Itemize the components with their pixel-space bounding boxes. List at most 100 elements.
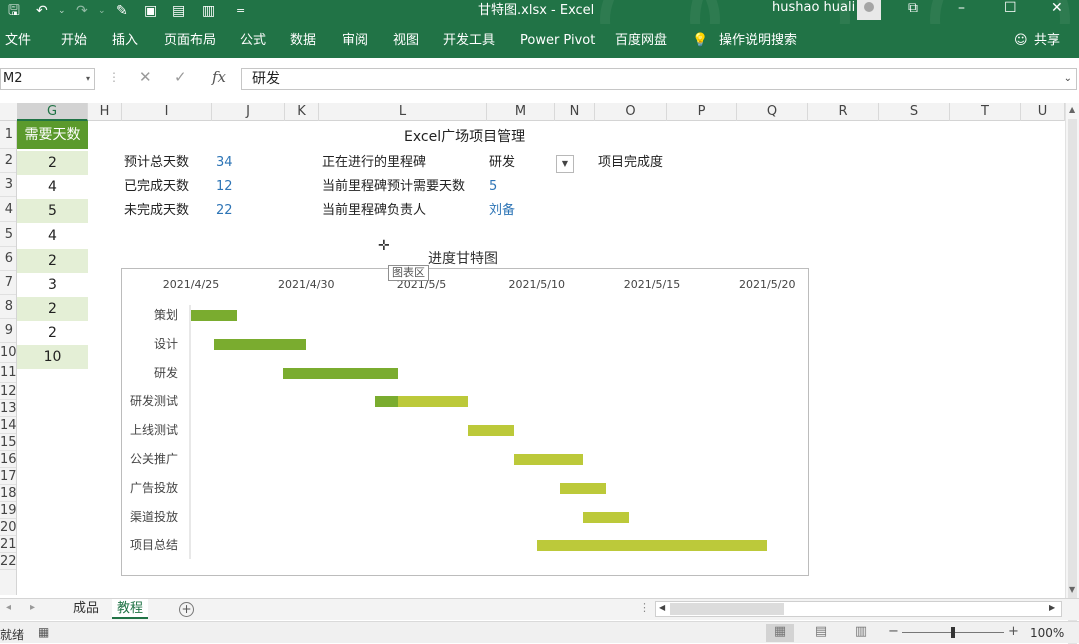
- sheet-tab-finished[interactable]: 成品: [68, 599, 104, 619]
- column-header-s[interactable]: S: [879, 103, 950, 121]
- total-days-value[interactable]: 34: [216, 155, 233, 171]
- tab-page-layout[interactable]: 页面布局: [164, 33, 216, 49]
- insert-function-button[interactable]: fx: [212, 68, 226, 86]
- vertical-scroll-thumb[interactable]: [1068, 119, 1077, 644]
- column-header-l[interactable]: L: [319, 103, 487, 121]
- days-cell[interactable]: 10: [17, 345, 88, 369]
- row-header[interactable]: 22: [0, 553, 16, 570]
- share-button[interactable]: 共享: [1034, 33, 1060, 49]
- remaining-days-label[interactable]: 未完成天数: [124, 203, 189, 219]
- tab-power-pivot[interactable]: Power Pivot: [520, 33, 595, 49]
- tab-file[interactable]: 文件: [5, 33, 31, 49]
- drag-handle-icon[interactable]: ⋮: [108, 70, 120, 84]
- days-cell[interactable]: 2: [17, 297, 88, 321]
- column-header-n[interactable]: N: [555, 103, 595, 121]
- row-header[interactable]: 6: [0, 247, 16, 271]
- zoom-in-button[interactable]: +: [1008, 624, 1019, 639]
- tab-data[interactable]: 数据: [290, 33, 316, 49]
- column-header-o[interactable]: O: [595, 103, 667, 121]
- column-header-j[interactable]: J: [212, 103, 285, 121]
- formula-input[interactable]: 研发 ⌄: [241, 68, 1077, 90]
- tab-split-handle-icon[interactable]: ⋮: [639, 601, 650, 614]
- row-header[interactable]: 2: [0, 149, 16, 173]
- days-cell[interactable]: 5: [17, 199, 88, 223]
- row-header[interactable]: 11: [0, 363, 16, 383]
- row-header[interactable]: 21: [0, 536, 16, 553]
- row-header[interactable]: 13: [0, 400, 16, 417]
- page-layout-view-icon[interactable]: ▤: [807, 624, 835, 642]
- row-header[interactable]: 16: [0, 451, 16, 468]
- days-cell[interactable]: 2: [17, 151, 88, 175]
- normal-view-icon[interactable]: ▦: [766, 624, 794, 642]
- tab-formulas[interactable]: 公式: [240, 33, 266, 49]
- completion-label[interactable]: 项目完成度: [598, 155, 663, 171]
- row-header[interactable]: 14: [0, 417, 16, 434]
- row-header[interactable]: 15: [0, 434, 16, 451]
- add-sheet-button[interactable]: +: [179, 602, 194, 617]
- days-cell[interactable]: 2: [17, 249, 88, 273]
- row-header[interactable]: 20: [0, 519, 16, 536]
- redo-icon[interactable]: ↷: [76, 1, 88, 21]
- zoom-level[interactable]: 100%: [1030, 626, 1064, 640]
- gantt-bar[interactable]: [214, 338, 307, 350]
- tab-home[interactable]: 开始: [61, 33, 87, 49]
- column-header-i[interactable]: I: [122, 103, 212, 121]
- macro-record-icon[interactable]: ▦: [38, 625, 49, 639]
- column-header-g[interactable]: G: [17, 103, 88, 121]
- project-title[interactable]: Excel广场项目管理: [404, 128, 525, 146]
- done-days-value[interactable]: 12: [216, 179, 233, 195]
- total-days-label[interactable]: 预计总天数: [124, 155, 189, 171]
- format-painter-icon[interactable]: ✎: [116, 1, 128, 21]
- gantt-bar[interactable]: [398, 396, 468, 408]
- milestone-value[interactable]: 研发: [489, 155, 515, 171]
- sheet-tab-tutorial[interactable]: 教程: [112, 599, 149, 619]
- days-cell[interactable]: 4: [17, 175, 88, 199]
- sheet-prev-icon[interactable]: ◂: [6, 602, 11, 613]
- scroll-right-icon[interactable]: ▶: [1049, 603, 1055, 612]
- tell-me-search[interactable]: 操作说明搜索: [719, 33, 797, 49]
- ribbon-display-icon[interactable]: ⧉: [908, 0, 918, 16]
- done-days-label[interactable]: 已完成天数: [124, 179, 189, 195]
- row-header[interactable]: 4: [0, 197, 16, 222]
- share-person-icon[interactable]: ☺: [1014, 33, 1028, 49]
- chart-title[interactable]: 进度甘特图: [428, 250, 498, 268]
- gantt-bar[interactable]: [513, 454, 583, 465]
- tab-review[interactable]: 审阅: [342, 33, 368, 49]
- column-header-t[interactable]: T: [950, 103, 1021, 121]
- row-header[interactable]: 12: [0, 383, 16, 400]
- maximize-icon[interactable]: ☐: [1004, 0, 1017, 16]
- gantt-bar[interactable]: [283, 367, 399, 379]
- row-header[interactable]: 19: [0, 502, 16, 519]
- column-header-q[interactable]: Q: [737, 103, 808, 121]
- gantt-chart[interactable]: 2021/4/25 2021/4/30 2021/5/5 2021/5/10 2021/…: [121, 268, 809, 576]
- gantt-bar[interactable]: [536, 540, 768, 552]
- screen-record-icon[interactable]: ▥: [202, 1, 215, 21]
- page-break-view-icon[interactable]: ▥: [847, 624, 875, 642]
- column-header-m[interactable]: M: [487, 103, 555, 121]
- days-cell[interactable]: 4: [17, 224, 88, 248]
- gantt-bar[interactable]: [467, 425, 514, 437]
- days-cell[interactable]: 2: [17, 321, 88, 345]
- remaining-days-value[interactable]: 22: [216, 203, 233, 219]
- column-header-k[interactable]: K: [285, 103, 319, 121]
- row-header[interactable]: 18: [0, 485, 16, 502]
- column-header-p[interactable]: P: [667, 103, 737, 121]
- column-header-h[interactable]: H: [88, 103, 122, 121]
- row-header[interactable]: 1: [0, 121, 16, 149]
- row-header[interactable]: 17: [0, 468, 16, 485]
- milestone-days-label[interactable]: 当前里程碑预计需要天数: [322, 179, 465, 195]
- redo-dropdown-icon[interactable]: ⌄: [98, 1, 106, 21]
- minimize-icon[interactable]: –: [958, 0, 965, 16]
- row-header[interactable]: 10: [0, 343, 16, 363]
- row-header[interactable]: 7: [0, 271, 16, 295]
- screen-capture-icon[interactable]: ▤: [172, 1, 185, 21]
- confirm-icon[interactable]: ✓: [174, 68, 187, 86]
- zoom-out-button[interactable]: −: [888, 624, 899, 639]
- milestone-label[interactable]: 正在进行的里程碑: [322, 155, 426, 171]
- tab-view[interactable]: 视图: [393, 33, 419, 49]
- user-name[interactable]: hushao huali: [772, 0, 855, 16]
- row-header[interactable]: 9: [0, 319, 16, 343]
- row-header[interactable]: 8: [0, 295, 16, 319]
- undo-icon[interactable]: ↶: [36, 1, 48, 21]
- undo-dropdown-icon[interactable]: ⌄: [58, 1, 66, 21]
